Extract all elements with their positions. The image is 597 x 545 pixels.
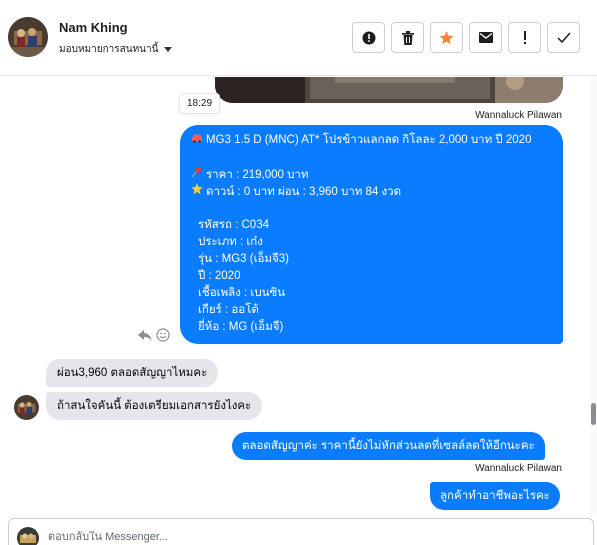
listing-gear: เกียร์ : ออโต้ [198, 304, 259, 316]
checkmark-icon [556, 32, 571, 43]
outgoing-car-listing-message[interactable]: MG3 1.5 D (MNC) AT* โปรข้าวแลกลด กิโลละ … [180, 125, 563, 344]
listing-price: ราคา : 219,000 บาท [206, 169, 309, 181]
listing-down-line: ดาวน์ : 0 บาท ผ่อน : 3,960 บาท 84 งวด [190, 183, 553, 200]
contact-name[interactable]: Nam Khing [59, 20, 128, 35]
message-list[interactable]: 18:29 Wannaluck Pilawan MG3 1.5 D (MNC) … [0, 77, 597, 514]
caret-down-icon [164, 47, 173, 52]
assign-conversation-dropdown[interactable]: มอบหมายการสนทนานี้ [59, 42, 173, 57]
outgoing-message[interactable]: ลูกค้าทำอาชีพอะไรคะ [430, 482, 560, 510]
sender-name: Wannaluck Pilawan [475, 110, 562, 121]
reply-icon[interactable] [138, 329, 152, 347]
follow-up-button[interactable] [508, 22, 541, 53]
reply-composer[interactable] [8, 518, 594, 545]
star-icon [439, 30, 454, 44]
listing-code: รหัสรถ : C034 [198, 219, 269, 231]
mark-unread-button[interactable] [469, 22, 502, 53]
envelope-icon [478, 32, 493, 43]
scrollbar-thumb[interactable] [591, 403, 596, 425]
react-smiley-icon[interactable] [156, 328, 170, 347]
scrollbar-track[interactable] [590, 77, 597, 514]
assign-label: มอบหมายการสนทนานี้ [59, 44, 159, 55]
sender-name: Wannaluck Pilawan [475, 463, 562, 474]
thread-header: Nam Khing มอบหมายการสนทนานี้ [0, 0, 597, 76]
message-timestamp: 18:29 [179, 93, 221, 114]
thread-toolbar [352, 22, 580, 53]
reply-input[interactable] [48, 531, 448, 543]
listing-type: ประเภท : เก๋ง [198, 236, 263, 248]
star-emoji-icon [190, 183, 204, 201]
listing-brand: ยี่ห้อ : MG (เอ็มจี) [198, 321, 284, 333]
listing-fuel: เชื้อเพลิง : เบนซิน [198, 287, 286, 299]
listing-down-payment: ดาวน์ : 0 บาท ผ่อน : 3,960 บาท 84 งวด [206, 186, 402, 198]
outgoing-message[interactable]: ตลอดสัญญาค่ะ ราคานี้ยังไม่หักส่วนลดที่เซ… [232, 432, 545, 460]
listing-title-line: MG3 1.5 D (MNC) AT* โปรข้าวแลกลด กิโลละ … [190, 132, 553, 149]
report-spam-button[interactable] [352, 22, 385, 53]
listing-title: MG3 1.5 D (MNC) AT* โปรข้าวแลกลด กิโลละ … [206, 134, 532, 146]
delete-button[interactable] [391, 22, 424, 53]
car-photo-attachment[interactable] [215, 77, 563, 103]
mark-done-button[interactable] [547, 22, 580, 53]
contact-avatar[interactable] [8, 17, 48, 57]
messenger-inbox-thread: Nam Khing มอบหมายการสนทนานี้ 18:29 Wanna… [0, 0, 597, 545]
star-button[interactable] [430, 22, 463, 53]
exclamation-icon [523, 30, 526, 44]
page-avatar [17, 527, 39, 545]
exclamation-circle-icon [362, 31, 375, 44]
listing-model: รุ่น : MG3 (เอ็มจี3) [198, 253, 289, 265]
trash-icon [401, 30, 414, 45]
pushpin-icon [190, 166, 204, 184]
incoming-message[interactable]: ผ่อน3,960 ตลอดสัญญาไหมคะ [46, 359, 219, 387]
car-icon [190, 132, 204, 149]
message-actions [138, 328, 170, 347]
contact-avatar-small [14, 395, 39, 420]
listing-price-line: ราคา : 219,000 บาท [190, 166, 553, 183]
incoming-message[interactable]: ถ้าสนใจคันนี้ ต้องเตรียมเอกสารยังไงคะ [46, 392, 263, 420]
listing-year: ปี : 2020 [198, 270, 241, 282]
